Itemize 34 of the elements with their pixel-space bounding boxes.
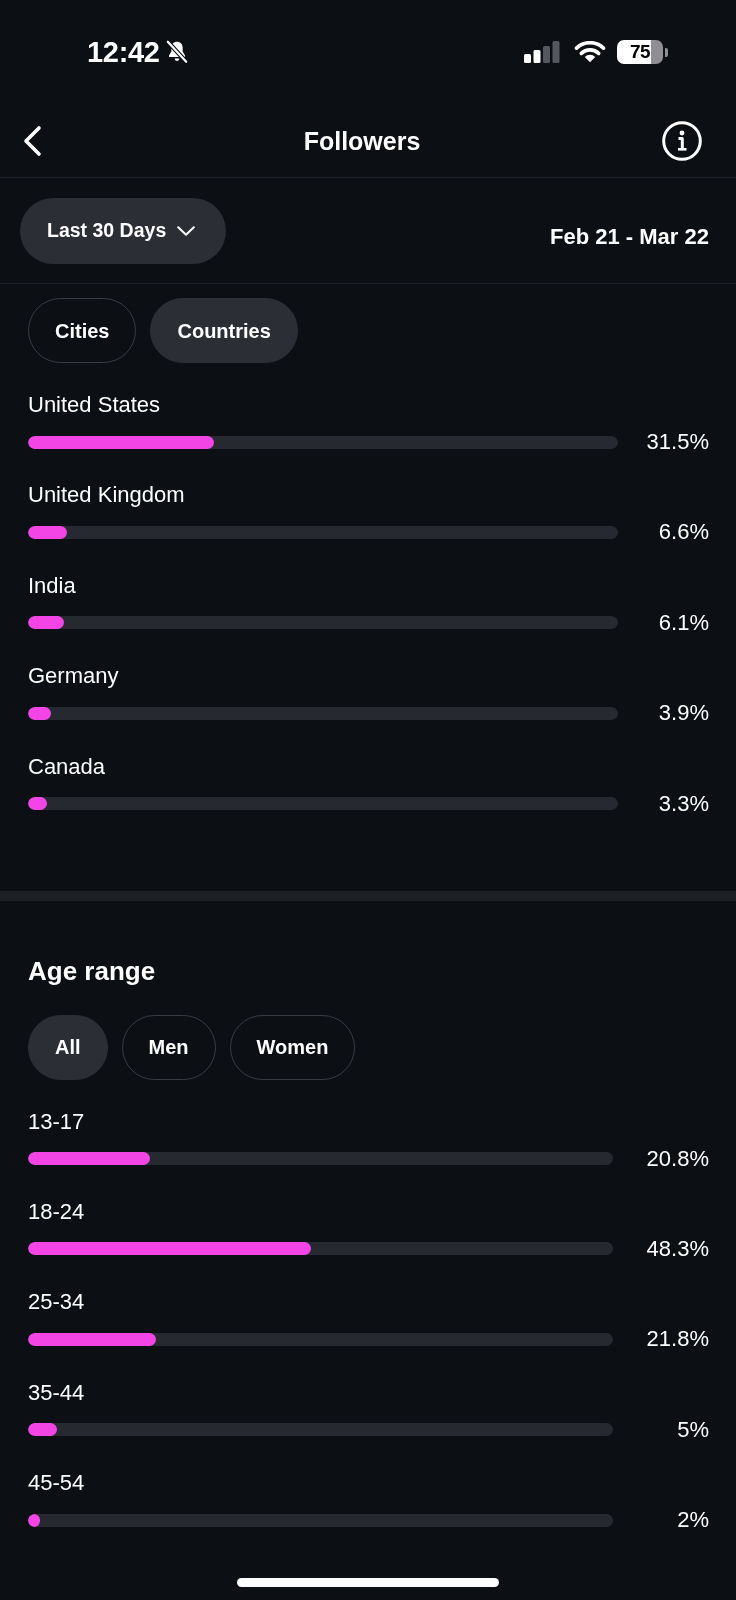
age-group-label: 13-17 <box>28 1107 85 1136</box>
info-icon[interactable] <box>662 120 702 161</box>
percentage-text: 48.3% <box>645 1234 709 1263</box>
date-range-text: Feb 21 - Mar 22 <box>550 222 709 251</box>
bell-slash-icon <box>163 39 190 65</box>
filter-tab[interactable]: Countries <box>150 298 298 363</box>
percentage-text: 2% <box>676 1506 709 1535</box>
country-label: India <box>28 571 76 600</box>
country-label: Canada <box>28 752 106 781</box>
back-icon[interactable] <box>22 124 42 157</box>
percentage-text: 6.6% <box>657 518 709 547</box>
percentage-text: 20.8% <box>645 1144 709 1173</box>
country-label: Germany <box>28 662 119 691</box>
filter-tab[interactable]: All <box>28 1014 108 1080</box>
age-group-label: 25-34 <box>28 1288 85 1317</box>
date-range-dropdown[interactable]: Last 30 Days <box>20 197 227 264</box>
section-title: Age range <box>28 954 156 987</box>
page-title: Followers <box>303 125 421 156</box>
age-group-label: 18-24 <box>28 1197 85 1226</box>
status-time: 12:42 <box>87 35 160 69</box>
percentage-text: 21.8% <box>645 1325 709 1354</box>
percentage-text: 3.3% <box>657 789 709 818</box>
percentage-text: 6.1% <box>657 608 709 637</box>
percentage-text: 31.5% <box>645 428 709 456</box>
country-label: United States <box>28 391 161 419</box>
chevron-down-icon <box>177 225 196 236</box>
signal-icon <box>524 41 560 63</box>
wifi-icon <box>574 41 606 63</box>
percentage-text: 3.9% <box>657 699 709 728</box>
battery-indicator: 75 <box>617 40 668 64</box>
country-label: United Kingdom <box>28 481 185 510</box>
percentage-text: 5% <box>676 1415 709 1444</box>
age-group-label: 35-44 <box>28 1378 85 1407</box>
age-group-label: 45-54 <box>28 1469 85 1498</box>
